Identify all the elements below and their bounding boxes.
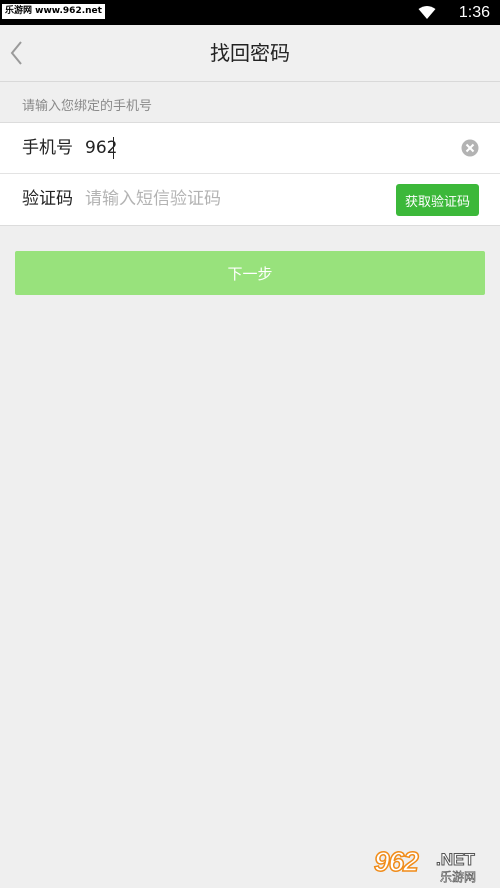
next-button[interactable]: 下一步 — [15, 251, 485, 295]
logo-subtitle: 乐游网 — [440, 870, 477, 885]
wifi-icon — [418, 6, 436, 19]
clear-icon[interactable] — [461, 139, 479, 157]
code-row: 验证码 获取验证码 — [0, 174, 500, 224]
page-title: 找回密码 — [210, 41, 290, 65]
logo-number: 962 — [373, 845, 419, 878]
phone-input[interactable] — [85, 123, 445, 173]
code-label: 验证码 — [22, 189, 73, 209]
get-code-button[interactable]: 获取验证码 — [396, 184, 479, 216]
watermark-logo: 962 .NET 乐游网 — [373, 845, 492, 885]
text-cursor — [113, 137, 114, 159]
status-time: 1:36 — [458, 4, 490, 21]
phone-row: 手机号 — [0, 123, 500, 174]
phone-label: 手机号 — [22, 138, 73, 158]
code-input[interactable] — [85, 174, 385, 224]
watermark-tag: 乐游网 www.962.net — [2, 4, 105, 19]
status-bar: 乐游网 www.962.net 1:36 — [0, 0, 500, 25]
title-bar: 找回密码 — [0, 25, 500, 82]
reset-form: 手机号 验证码 获取验证码 — [0, 122, 500, 226]
logo-suffix: .NET — [436, 850, 476, 870]
instruction-text: 请输入您绑定的手机号 — [22, 99, 153, 114]
